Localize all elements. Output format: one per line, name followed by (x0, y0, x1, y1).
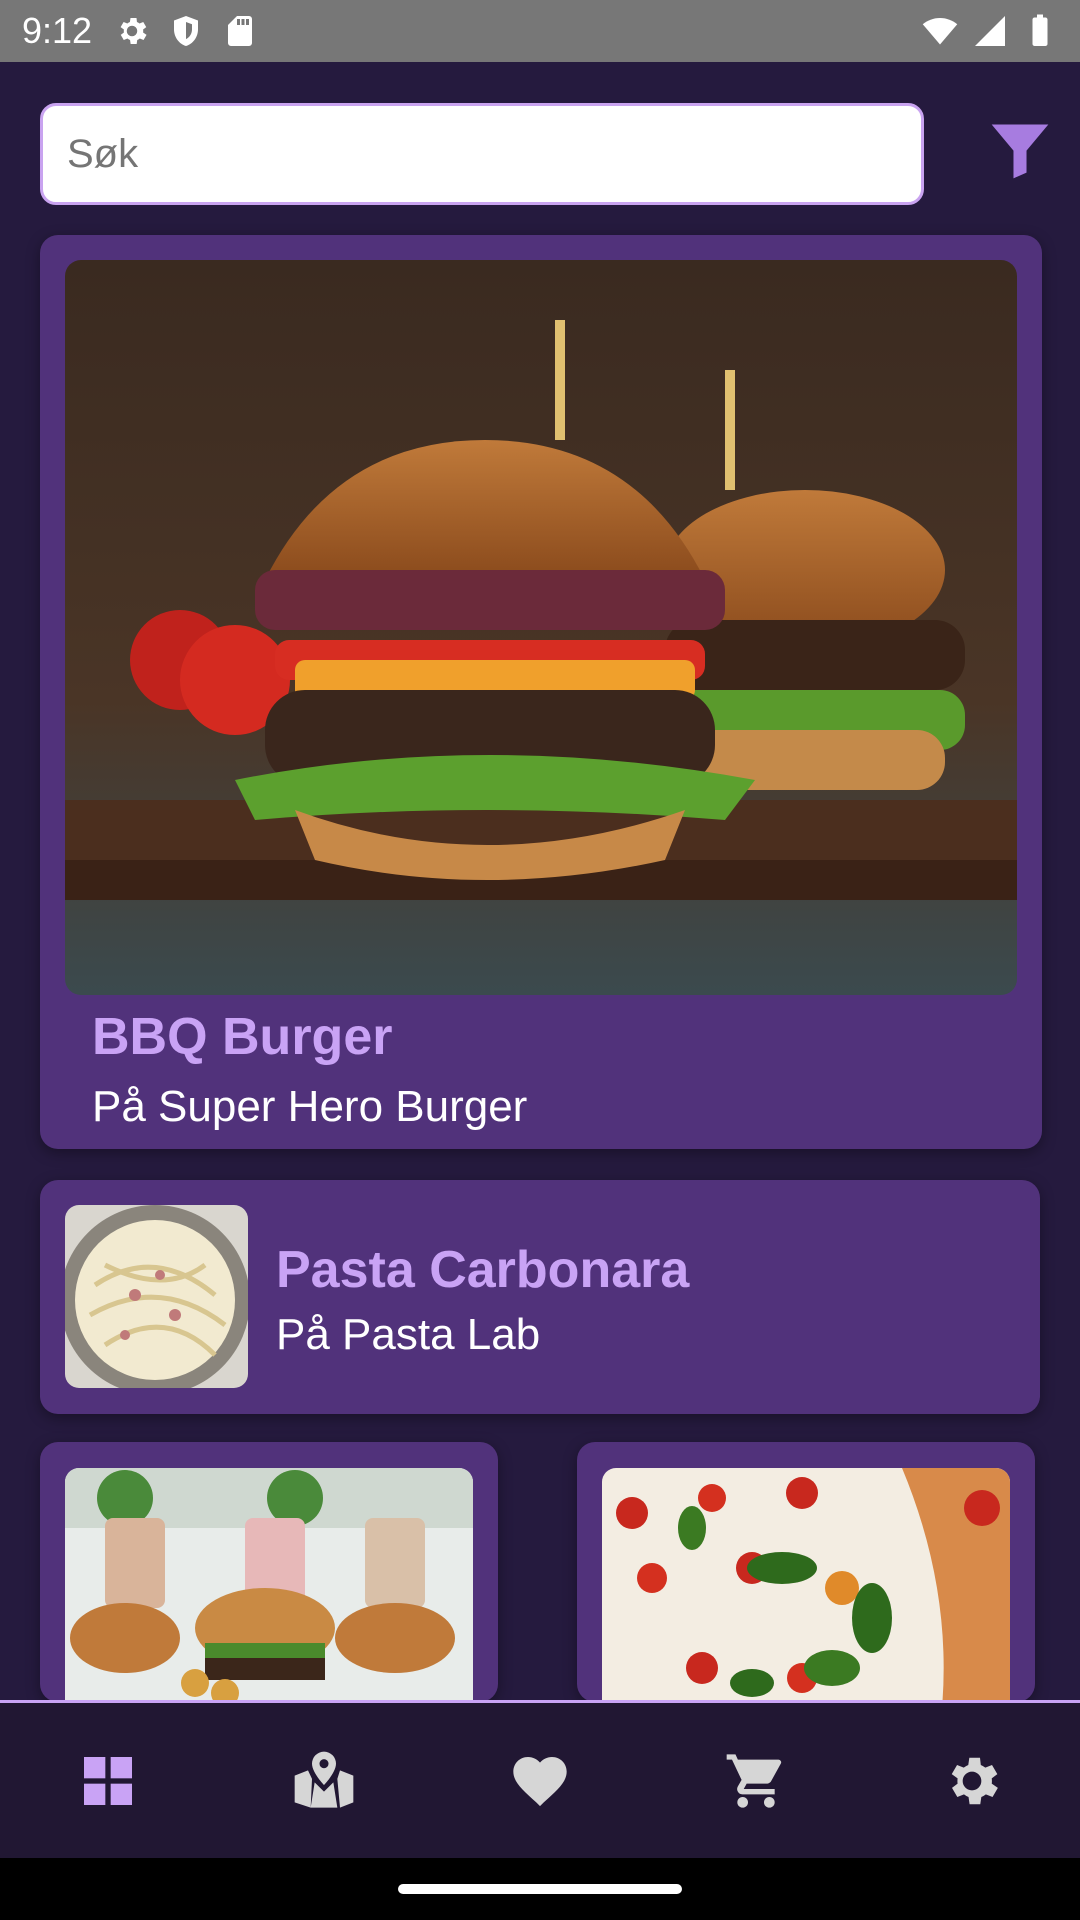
sd-card-icon (228, 16, 253, 46)
burgers-and-shakes-photo (65, 1468, 473, 1702)
status-time: 9:12 (22, 10, 93, 51)
bottom-navigation (0, 1700, 1080, 1858)
nav-item-map[interactable] (264, 1726, 384, 1836)
grid-icon (84, 1756, 132, 1805)
nav-item-settings[interactable] (912, 1726, 1032, 1836)
map-icon (294, 1751, 354, 1808)
pizza-photo (602, 1468, 1010, 1702)
settings-icon (120, 17, 147, 45)
heart-icon (513, 1756, 567, 1806)
cart-icon (726, 1753, 782, 1808)
pasta-photo (65, 1205, 248, 1388)
nav-item-dashboard[interactable] (48, 1726, 168, 1836)
signal-icon (975, 16, 1005, 46)
wifi-icon (922, 17, 958, 45)
home-gesture-handle[interactable] (398, 1884, 682, 1894)
nav-item-cart[interactable] (696, 1726, 816, 1836)
search-input[interactable] (40, 103, 924, 205)
gear-icon (951, 1757, 998, 1804)
gesture-navigation-area (0, 1858, 1080, 1920)
status-bar: 9:12 (0, 0, 1080, 62)
nav-item-favorites[interactable] (480, 1726, 600, 1836)
card-title: BBQ Burger (92, 1008, 393, 1066)
card-subtitle: På Pasta Lab (276, 1310, 541, 1359)
battery-icon (1032, 14, 1048, 46)
food-card-pasta-carbonara[interactable]: Pasta Carbonara På Pasta Lab (40, 1180, 1040, 1414)
filter-button[interactable] (984, 112, 1056, 188)
shield-icon (174, 16, 199, 46)
food-card-bbq-burger[interactable]: BBQ Burger På Super Hero Burger (40, 235, 1042, 1149)
card-title: Pasta Carbonara (276, 1241, 690, 1299)
card-subtitle: På Super Hero Burger (92, 1082, 528, 1131)
burger-photo (65, 260, 1017, 995)
food-card-pizza[interactable] (577, 1442, 1035, 1702)
food-card-burgers-and-shakes[interactable] (40, 1442, 498, 1702)
filter-icon (991, 124, 1049, 179)
